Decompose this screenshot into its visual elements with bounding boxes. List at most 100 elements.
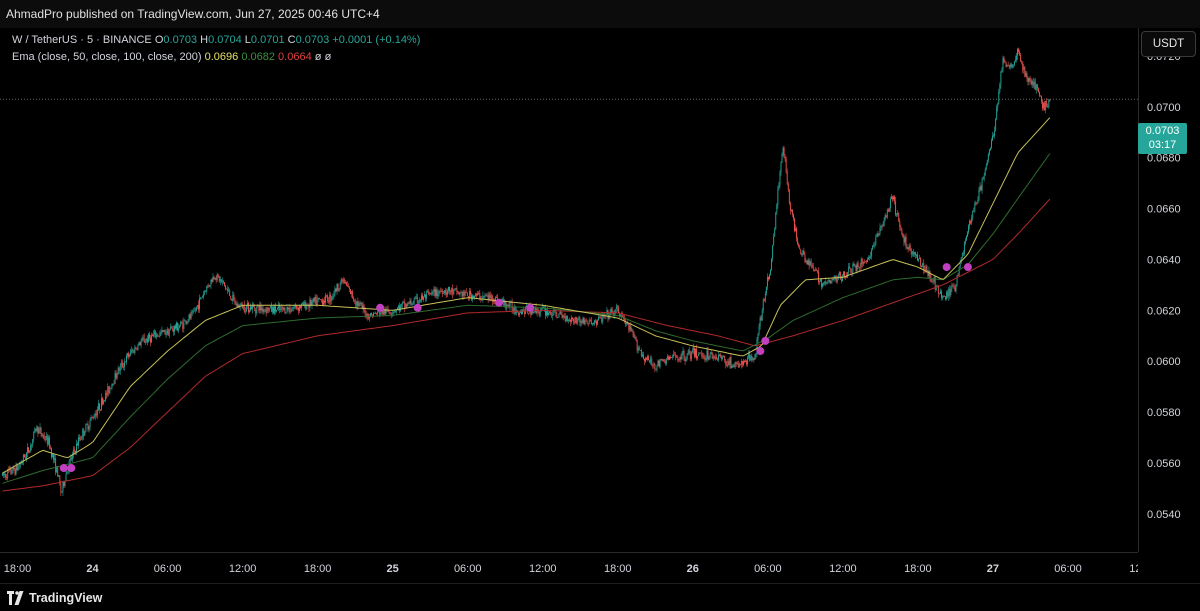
candle: [1011, 64, 1013, 69]
candle: [920, 256, 922, 268]
brand-name[interactable]: TradingView: [29, 591, 102, 605]
candle: [567, 318, 569, 324]
candle: [708, 355, 710, 361]
candle: [762, 297, 764, 314]
candle: [430, 292, 432, 295]
candle: [70, 456, 72, 462]
candle: [200, 296, 201, 300]
candle: [610, 307, 612, 315]
candle: [804, 251, 806, 264]
candle: [913, 251, 915, 257]
candle: [1007, 61, 1009, 66]
price-scale[interactable]: 0.0540 0.0560 0.0580 0.0600 0.0620 0.0640 0.06…: [1138, 28, 1200, 552]
candle: [582, 316, 584, 324]
candle: [864, 260, 866, 263]
candle: [484, 292, 486, 299]
currency-button[interactable]: USDT: [1141, 31, 1196, 57]
candle: [715, 354, 717, 360]
candle: [1043, 101, 1045, 111]
candle: [688, 346, 690, 355]
candle: [735, 361, 737, 367]
candle: [27, 443, 28, 457]
candle: [429, 292, 431, 297]
candle: [313, 297, 315, 304]
candle: [963, 240, 965, 257]
candle: [258, 304, 260, 314]
candle: [251, 305, 253, 310]
candle: [711, 351, 713, 360]
candle: [744, 359, 745, 364]
candle: [135, 346, 137, 350]
ema-na-1: ø: [314, 51, 322, 63]
chart-pane[interactable]: [0, 28, 1138, 552]
candle: [562, 314, 564, 321]
candle: [48, 434, 50, 450]
time-tick-label: 18:00: [304, 563, 332, 575]
candle: [24, 454, 26, 460]
candle: [169, 323, 171, 331]
candle: [722, 355, 724, 361]
candle: [812, 262, 814, 272]
candle: [192, 308, 194, 315]
candle: [235, 301, 237, 306]
candle: [636, 339, 638, 354]
candle: [244, 307, 246, 315]
candle: [747, 355, 749, 367]
candle: [1017, 47, 1018, 61]
candle: [897, 210, 899, 217]
candle: [94, 410, 96, 421]
candle: [496, 294, 497, 298]
time-scale[interactable]: 18:00 24 06:00 12:00 18:00 25 06:00 12:00 18:00 2…: [0, 552, 1157, 583]
candle: [370, 312, 372, 316]
candle: [332, 293, 334, 300]
candle: [686, 353, 688, 361]
candle: [287, 306, 289, 312]
candle: [445, 288, 447, 299]
candle: [157, 333, 159, 337]
candle: [880, 225, 882, 232]
candle: [517, 312, 519, 317]
ema50-value: 0.0696: [204, 51, 239, 63]
candle: [654, 362, 656, 373]
candle: [447, 288, 448, 297]
candle: [772, 244, 774, 262]
candle: [669, 355, 670, 361]
candle: [159, 330, 161, 338]
candle: [486, 293, 488, 297]
candle: [779, 170, 781, 188]
candle: [1035, 83, 1037, 94]
candle: [815, 268, 817, 271]
candle: [1005, 61, 1007, 68]
candle: [1034, 77, 1036, 91]
ema-legend[interactable]: Ema (close, 50, close, 100, close, 200) …: [12, 51, 331, 63]
candle: [23, 454, 25, 458]
candle: [773, 233, 775, 246]
candle: [28, 447, 30, 454]
candle: [412, 300, 414, 305]
candle: [493, 298, 495, 305]
candle: [319, 299, 321, 301]
candle: [85, 423, 87, 433]
candle: [1016, 52, 1017, 63]
candle: [37, 426, 39, 437]
candle: [858, 266, 860, 271]
candle: [657, 359, 659, 366]
candle: [791, 209, 793, 217]
time-tick-label: 06:00: [754, 563, 782, 575]
candle: [202, 295, 204, 298]
candle: [895, 196, 897, 217]
candle: [166, 326, 168, 336]
candle: [39, 423, 41, 434]
price-tick-label: 0.0560: [1147, 458, 1181, 470]
candle: [846, 272, 848, 278]
candle: [590, 317, 592, 325]
candle: [606, 307, 608, 315]
candle: [425, 293, 427, 302]
price-chart[interactable]: [0, 28, 1138, 552]
symbol-title[interactable]: W / TetherUS · 5 · BINANCE: [12, 34, 152, 46]
candle: [929, 270, 931, 282]
candle: [633, 331, 635, 339]
tradingview-logo-icon[interactable]: [7, 591, 25, 605]
candle: [816, 269, 818, 274]
candle: [953, 282, 955, 290]
